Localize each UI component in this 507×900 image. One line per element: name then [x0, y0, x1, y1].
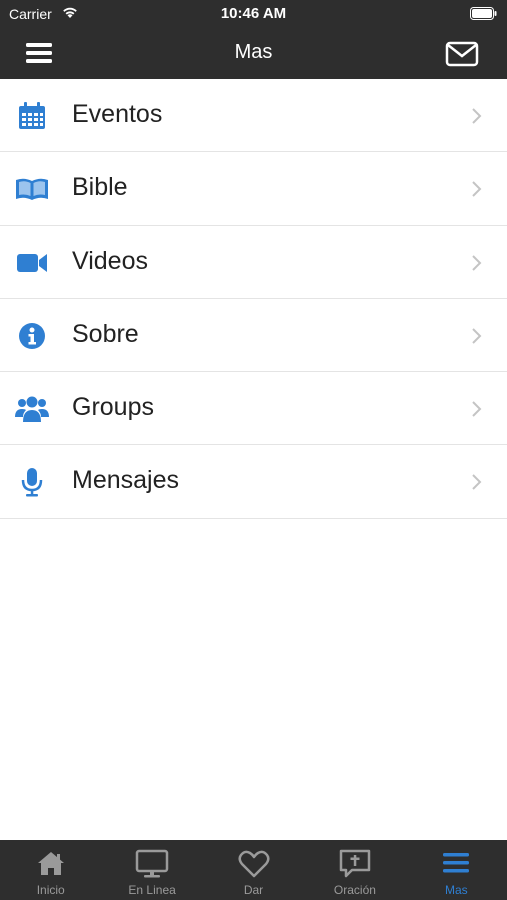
menu-icon: [443, 853, 470, 873]
list-item-label: Groups: [72, 393, 154, 422]
list-item-sobre[interactable]: Sobre: [0, 298, 507, 373]
tab-mas[interactable]: Mas: [406, 840, 507, 900]
tab-label: Mas: [444, 883, 468, 897]
list-item-label: Videos: [72, 246, 148, 275]
tab-en-linea[interactable]: En Linea: [101, 840, 202, 900]
tab-inicio[interactable]: Inicio: [0, 840, 101, 900]
chevron-right-icon: [472, 181, 482, 198]
tab-dar[interactable]: Dar: [203, 840, 304, 900]
video-camera-icon: [14, 247, 50, 279]
open-book-icon: [14, 173, 50, 205]
list-item-label: Eventos: [72, 100, 163, 128]
list-item-mensajes[interactable]: Mensajes: [0, 445, 507, 519]
calendar-icon: [14, 100, 50, 132]
menu-list: Eventos Bible Videos Sobre Groups Mensaj…: [0, 79, 507, 519]
heart-icon: [238, 850, 270, 878]
header: Carrier 10:46 AM Mas: [0, 0, 507, 79]
list-item-videos[interactable]: Videos: [0, 225, 507, 299]
tab-bar: Inicio En Linea Dar Oración Mas: [0, 840, 507, 900]
users-icon: [14, 393, 50, 425]
chevron-right-icon: [472, 254, 482, 271]
envelope-icon[interactable]: [445, 40, 479, 68]
clock: 10:46 AM: [220, 5, 287, 22]
chevron-right-icon: [472, 401, 482, 417]
list-item-label: Sobre: [72, 319, 139, 348]
chevron-right-icon: [472, 108, 482, 124]
status-bar: Carrier 10:46 AM: [0, 0, 507, 28]
page-title: Mas: [234, 41, 273, 63]
tab-label: Dar: [243, 883, 264, 897]
tab-label: Inicio: [36, 883, 65, 897]
tab-label: Oración: [333, 883, 376, 897]
list-item-bible[interactable]: Bible: [0, 152, 507, 226]
monitor-icon: [135, 849, 169, 878]
info-icon: [14, 320, 50, 352]
list-item-label: Mensajes: [72, 466, 179, 495]
nav-bar: Mas: [0, 28, 507, 79]
list-item-groups[interactable]: Groups: [0, 372, 507, 446]
tab-label: En Linea: [128, 883, 176, 897]
home-icon: [37, 852, 64, 875]
chevron-right-icon: [472, 474, 482, 491]
battery-icon: [470, 7, 497, 20]
microphone-icon: [14, 466, 50, 498]
chevron-right-icon: [472, 328, 482, 344]
list-item-eventos[interactable]: Eventos: [0, 79, 507, 153]
tab-oracion[interactable]: Oración: [304, 840, 405, 900]
prayer-bubble-icon: [339, 849, 371, 878]
list-item-label: Bible: [72, 173, 128, 202]
